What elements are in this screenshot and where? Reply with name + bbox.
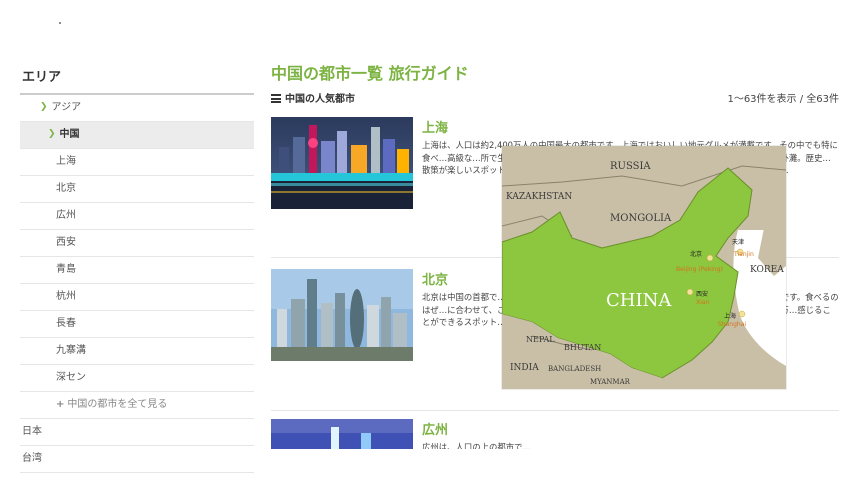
menu-icon <box>271 93 281 105</box>
map-label-bangladesh: BANGLADESH <box>548 365 601 373</box>
sidebar-item-xian[interactable]: 西安 <box>20 230 254 257</box>
see-all-china-cities-link[interactable]: + 中国の都市を全て見る <box>20 392 254 419</box>
stray-dot <box>59 22 61 24</box>
divider <box>271 410 839 411</box>
plus-icon: + <box>56 399 65 410</box>
sidebar-item-label: 中国 <box>59 129 80 140</box>
map-label-kazakhstan: KAZAKHSTAN <box>506 192 572 202</box>
city-name-beijing[interactable]: 北京 <box>422 269 448 288</box>
map-city-xian-ja: 西安 <box>696 290 708 298</box>
city-name-guangzhou[interactable]: 広州 <box>422 419 448 438</box>
sidebar-item-beijing[interactable]: 北京 <box>20 176 254 203</box>
sidebar-item-guangzhou[interactable]: 広州 <box>20 203 254 230</box>
city-name-shanghai[interactable]: 上海 <box>422 117 448 136</box>
map-city-beijing-ja: 北京 <box>690 250 702 258</box>
sidebar-item-japan[interactable]: 日本 <box>20 419 254 446</box>
sidebar-title: エリア <box>20 62 254 95</box>
sidebar-item-jiuzhaigou[interactable]: 九寨溝 <box>20 338 254 365</box>
main-content: 中国の都市一覧 旅行ガイド 中国の人気都市 1〜63件を表示 / 全63件 上海… <box>271 62 839 449</box>
page-title: 中国の都市一覧 旅行ガイド <box>271 64 469 83</box>
chevron-down-icon: ❯ <box>40 102 48 112</box>
sidebar-item-qingdao[interactable]: 青島 <box>20 257 254 284</box>
area-sidebar: エリア ❯ アジア ❯ 中国 上海 北京 広州 西安 青島 杭州 長春 九寨溝 深セ… <box>20 62 254 473</box>
section-heading-label: 中国の人気都市 <box>285 93 355 105</box>
map-label-korea: KOREA <box>750 265 784 275</box>
map-label-myanmar: MYANMAR <box>590 378 631 386</box>
map-label-nepal: NEPAL <box>526 335 555 344</box>
list-header: 中国の人気都市 1〜63件を表示 / 全63件 <box>271 88 839 106</box>
map-label-india: INDIA <box>510 363 539 373</box>
section-heading: 中国の人気都市 <box>271 90 355 105</box>
map-label-mongolia: MONGOLIA <box>610 213 672 224</box>
map-city-shanghai-en: Shanghai <box>718 321 746 328</box>
city-photo-shanghai[interactable] <box>271 117 413 209</box>
map-label-china: CHINA <box>606 290 672 311</box>
chevron-down-icon: ❯ <box>48 129 56 139</box>
city-photo-guangzhou[interactable] <box>271 419 413 449</box>
map-city-tianjin-ja: 天津 <box>732 239 744 246</box>
china-map-popup[interactable]: RUSSIA KAZAKHSTAN MONGOLIA CHINA KOREA N… <box>502 146 786 389</box>
sidebar-item-china[interactable]: ❯ 中国 <box>20 122 254 149</box>
city-description-guangzhou: 広州は、人口の上の都市で… <box>422 442 531 449</box>
map-city-tianjin-en: Tianjin <box>733 251 754 258</box>
sidebar-item-shanghai[interactable]: 上海 <box>20 149 254 176</box>
sidebar-item-shenzhen[interactable]: 深セン <box>20 365 254 392</box>
sidebar-item-changchun[interactable]: 長春 <box>20 311 254 338</box>
city-card-guangzhou[interactable]: 広州 広州は、人口の上の都市で… <box>271 419 839 449</box>
map-city-xian-en: Xian <box>696 299 709 306</box>
sidebar-item-hangzhou[interactable]: 杭州 <box>20 284 254 311</box>
sidebar-item-label: アジア <box>51 102 82 113</box>
map-label-bhutan: BHUTAN <box>564 343 601 352</box>
city-photo-beijing[interactable] <box>271 269 413 361</box>
sidebar-item-asia[interactable]: ❯ アジア <box>20 95 254 122</box>
sidebar-item-taiwan[interactable]: 台湾 <box>20 446 254 473</box>
result-count: 1〜63件を表示 / 全63件 <box>727 93 839 105</box>
map-city-beijing-en: Beijing (Peking) <box>676 266 723 273</box>
map-label-russia: RUSSIA <box>610 161 651 172</box>
see-all-label: 中国の都市を全て見る <box>67 399 168 410</box>
map-city-shanghai-ja: 上海 <box>724 312 736 320</box>
